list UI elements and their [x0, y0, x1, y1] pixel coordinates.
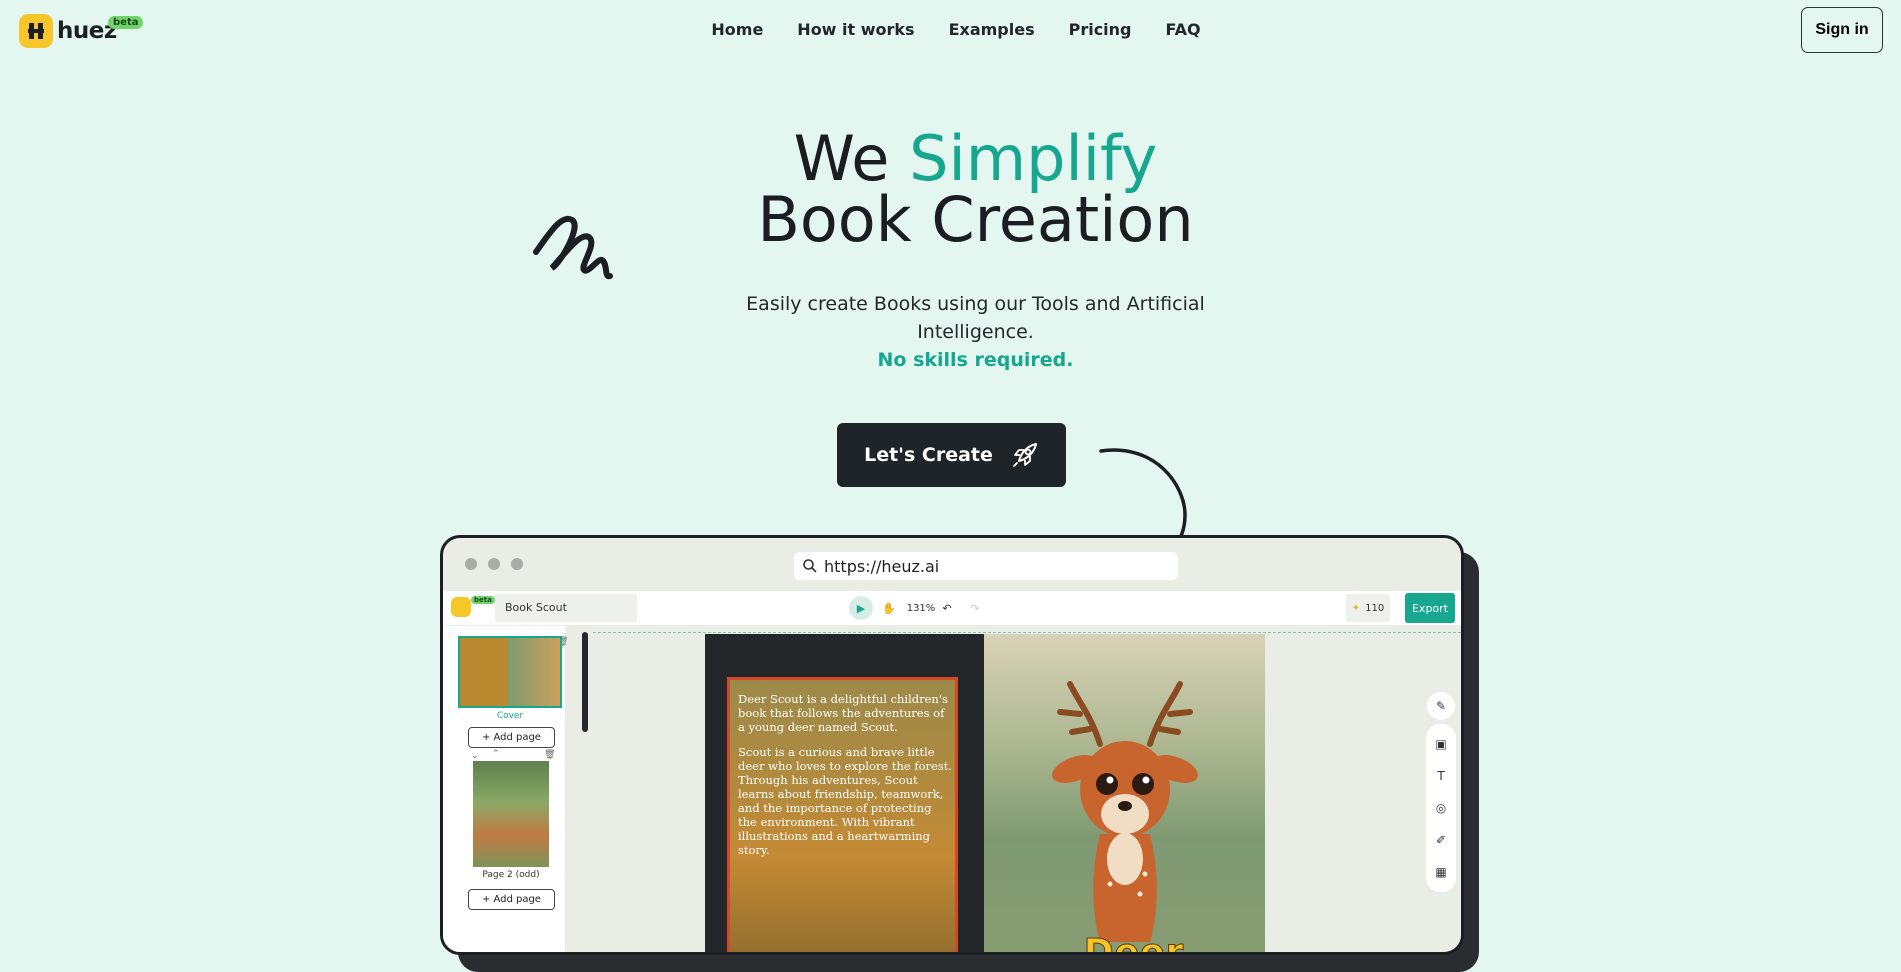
deer-illustration	[1052, 681, 1198, 942]
layout-icon: ▦	[1435, 865, 1447, 879]
page-text: Deer Scout is a delightful children's bo…	[738, 692, 953, 868]
squiggle-decoration-icon	[533, 215, 613, 280]
page-text-p1: Deer Scout is a delightful children's bo…	[738, 692, 948, 734]
nav-how-it-works[interactable]: How it works	[797, 20, 914, 39]
page-text-p2: Scout is a curious and brave little deer…	[738, 745, 952, 857]
play-icon: ▶	[849, 596, 873, 620]
mock-browser-window: https://heuz.ai beta Book Scout ▶ ✋ 131%…	[440, 535, 1464, 955]
credits-badge: ✦ 110	[1346, 594, 1390, 622]
app-beta-badge: beta	[471, 596, 495, 604]
window-dots	[465, 558, 523, 570]
undo-icon: ↶	[942, 601, 952, 615]
chevron-up-icon: ⌃	[492, 749, 500, 759]
nav-pricing[interactable]: Pricing	[1069, 20, 1132, 39]
credits-value: 110	[1365, 602, 1385, 614]
mock-url-text: https://heuz.ai	[824, 556, 940, 576]
cta-label: Let's Create	[864, 444, 993, 466]
book-spread: Deer Scout is a delightful children's bo…	[705, 634, 1265, 955]
hero-title: We Simplify Book Creation	[0, 128, 1901, 251]
lets-create-button[interactable]: Let's Create	[837, 423, 1066, 487]
editor-toolbar: beta Book Scout ▶ ✋ 131% ↶ ↷ ✦ 110 Expor…	[443, 591, 1461, 625]
page2-label: Page 2 (odd)	[482, 870, 540, 880]
cover-title: Deer Scout	[1083, 932, 1185, 955]
app-logo-icon	[451, 597, 471, 617]
add-page-button: + Add page	[468, 727, 555, 748]
text-icon: T	[1437, 769, 1445, 783]
editor-side-tools: ✎ ▣ T ◎ ✐ ▦	[1423, 692, 1459, 892]
search-icon	[803, 559, 817, 573]
nav-home[interactable]: Home	[711, 20, 763, 39]
sign-in-button[interactable]: Sign in	[1801, 7, 1883, 53]
plus-icon: +	[482, 732, 491, 743]
canvas-guide-line	[593, 632, 1461, 633]
hand-icon: ✋	[882, 601, 896, 615]
mock-url-bar: https://heuz.ai	[794, 552, 1178, 580]
add-page-button: + Add page	[468, 889, 555, 910]
nav-examples[interactable]: Examples	[949, 20, 1035, 39]
chevron-down-icon: ⌄	[471, 751, 479, 761]
nav-faq[interactable]: FAQ	[1166, 20, 1201, 39]
cover-page: Deer Scout	[984, 634, 1265, 955]
left-page: Deer Scout is a delightful children's bo…	[705, 634, 984, 952]
rocket-icon	[1013, 443, 1037, 467]
add-page-label: Add page	[493, 732, 541, 743]
pages-scrollbar	[582, 632, 588, 732]
hero-subtitle: Easily create Books using our Tools and …	[0, 290, 1901, 374]
trash-icon: 🗑	[544, 750, 556, 760]
spark-icon: ✦	[1351, 602, 1361, 614]
book-name-field: Book Scout	[495, 594, 637, 622]
main-nav: Home How it works Examples Pricing FAQ	[0, 20, 1901, 39]
page2-thumbnail	[473, 761, 549, 867]
tool-stack: ▣ T ◎ ✐ ▦	[1426, 724, 1456, 892]
cover-thumbnail	[458, 636, 562, 708]
draw-icon: ✐	[1435, 833, 1447, 847]
hero-title-line2: Book Creation	[757, 183, 1194, 256]
squirrel-illustration: Deer Scout is a delightful children's bo…	[727, 677, 958, 952]
ai-image-icon: ✎	[1427, 692, 1455, 720]
subtitle-line2: Intelligence.	[917, 321, 1034, 343]
plus-icon: +	[482, 894, 491, 905]
cover-label: Cover	[496, 711, 524, 721]
subtitle-line1: Easily create Books using our Tools and …	[746, 293, 1205, 315]
shapes-icon: ◎	[1435, 801, 1447, 815]
export-button: Export	[1405, 593, 1455, 623]
add-page-label: Add page	[493, 894, 541, 905]
redo-icon: ↷	[970, 601, 980, 615]
subtitle-highlight: No skills required.	[877, 349, 1074, 371]
image-icon: ▣	[1435, 737, 1447, 751]
